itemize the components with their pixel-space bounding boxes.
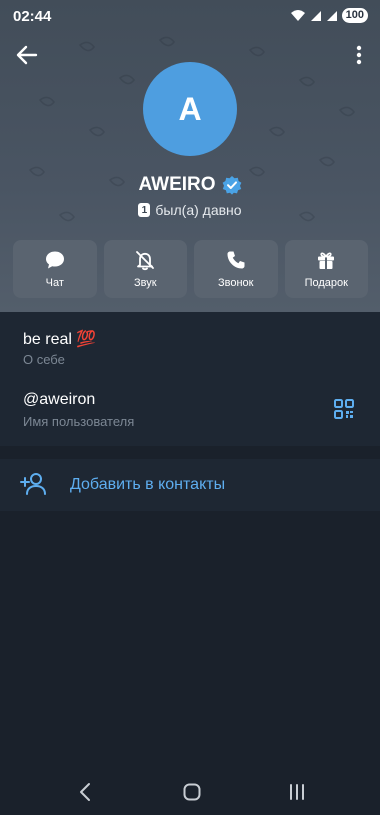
gift-icon bbox=[318, 252, 335, 269]
signal-icon bbox=[310, 10, 321, 21]
nav-recents-icon[interactable] bbox=[287, 782, 307, 802]
username-caption: Имя пользователя bbox=[23, 414, 135, 429]
more-menu-icon[interactable] bbox=[352, 42, 366, 68]
phone-icon bbox=[227, 251, 245, 269]
add-contact-icon bbox=[20, 473, 46, 495]
gift-button[interactable]: Подарок bbox=[284, 240, 368, 298]
call-label: Звонок bbox=[218, 277, 254, 289]
nav-back-icon[interactable] bbox=[76, 782, 96, 802]
nav-home-icon[interactable] bbox=[182, 782, 202, 802]
avatar-letter: A bbox=[178, 90, 202, 127]
battery-indicator: 100 bbox=[341, 8, 368, 23]
mute-button[interactable]: Звук bbox=[103, 240, 187, 298]
call-button[interactable]: Звонок bbox=[194, 240, 278, 298]
chat-label: Чат bbox=[45, 277, 64, 289]
status-time: 02:44 bbox=[13, 8, 52, 25]
last-seen-badge: 1 bbox=[138, 203, 151, 217]
last-seen-text: был(а) давно bbox=[155, 202, 242, 218]
gift-label: Подарок bbox=[304, 277, 348, 289]
mute-label: Звук bbox=[133, 277, 157, 289]
wifi-icon bbox=[290, 10, 305, 21]
profile-name: AWEIRO bbox=[138, 174, 216, 195]
action-buttons: Чат Звук Звонок Подарок bbox=[13, 240, 368, 298]
qr-code-icon[interactable] bbox=[334, 399, 354, 419]
bell-off-icon bbox=[136, 251, 155, 271]
avatar[interactable]: A bbox=[143, 62, 237, 156]
last-seen-row: 1 был(а) давно bbox=[0, 202, 380, 218]
status-icons: 100 bbox=[290, 8, 368, 23]
bio-text: be real 💯 bbox=[23, 331, 97, 348]
name-row: AWEIRO bbox=[0, 174, 380, 196]
status-bar: 02:44 100 bbox=[0, 0, 380, 34]
back-arrow-icon[interactable] bbox=[14, 42, 40, 68]
chat-icon bbox=[45, 251, 64, 269]
username-text[interactable]: @aweiron bbox=[23, 391, 95, 409]
chat-button[interactable]: Чат bbox=[13, 240, 97, 298]
add-contact-label[interactable]: Добавить в контакты bbox=[70, 476, 225, 494]
signal-icon bbox=[326, 10, 337, 21]
bio-caption: О себе bbox=[23, 352, 65, 367]
verified-badge-icon bbox=[222, 176, 241, 195]
